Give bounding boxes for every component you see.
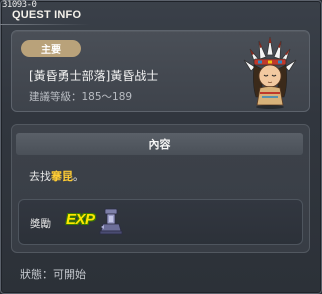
quest-name: [黃昏勇士部落]黃昏战士 xyxy=(29,69,159,83)
exp-icon[interactable]: EXP xyxy=(66,211,95,228)
content-section-header: 內容 xyxy=(16,133,303,155)
desc-suffix: 。 xyxy=(73,170,84,183)
desc-prefix: 去找 xyxy=(29,170,51,183)
recommended-level: 建議等級：185～189 xyxy=(29,91,133,103)
quest-description: 去找搴昆。 xyxy=(29,168,84,184)
reward-label: 獎勵 xyxy=(30,218,51,230)
chief-avatar-icon xyxy=(243,36,297,109)
title-divider xyxy=(0,24,90,25)
reward-box xyxy=(18,199,303,245)
npc-name-link[interactable]: 搴昆 xyxy=(51,170,73,183)
quest-status: 狀態：可開始 xyxy=(20,268,86,281)
quest-type-badge: 主要 xyxy=(21,40,81,57)
trophy-icon[interactable] xyxy=(98,207,124,235)
window-title: QUEST INFO xyxy=(12,9,82,21)
